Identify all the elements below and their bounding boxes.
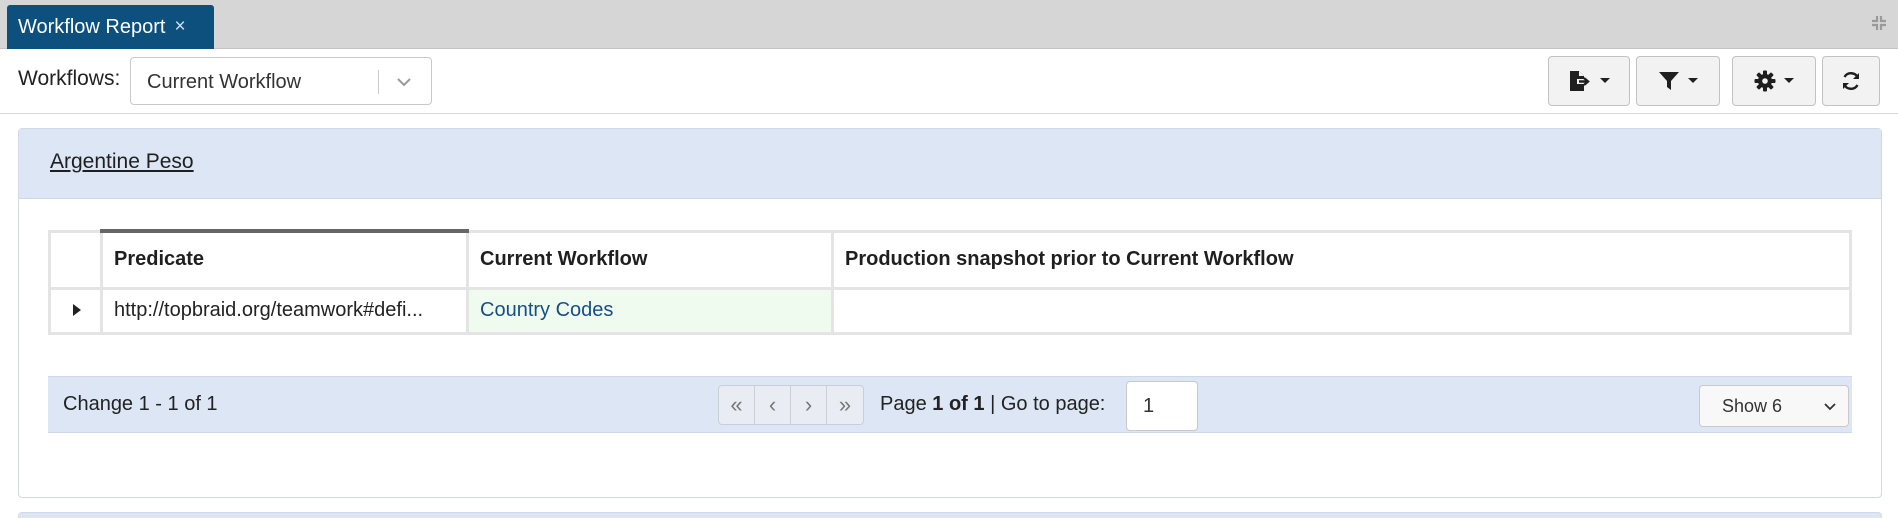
toolbar: Workflows: Current Workflow <box>0 49 1898 114</box>
caret-right-icon[interactable] <box>73 304 81 316</box>
workflow-select[interactable]: Current Workflow <box>130 57 432 105</box>
table-header-row: Predicate Current Workflow Production sn… <box>48 229 1852 290</box>
prev-page-button[interactable]: ‹ <box>755 386 791 424</box>
tab-strip: Workflow Report × <box>0 0 1898 49</box>
next-page-button[interactable]: › <box>791 386 827 424</box>
first-page-button[interactable]: « <box>719 386 755 424</box>
select-separator <box>378 70 379 94</box>
panel-title-link[interactable]: Argentine Peso <box>50 150 194 174</box>
tab-workflow-report[interactable]: Workflow Report × <box>7 5 214 49</box>
export-file-icon <box>1570 71 1590 91</box>
expander-header <box>48 229 103 290</box>
next-panel-edge <box>18 512 1882 518</box>
page-size-select[interactable]: Show 6 <box>1699 385 1849 427</box>
caret-down-icon <box>1688 78 1698 83</box>
workflows-label: Workflows: <box>18 67 121 90</box>
refresh-icon <box>1842 72 1860 90</box>
chevron-down-icon[interactable] <box>393 71 415 93</box>
column-header-current-workflow[interactable]: Current Workflow <box>466 229 834 290</box>
workflow-select-value: Current Workflow <box>147 71 302 93</box>
pager-bar: Change 1 - 1 of 1 « ‹ › » Page 1 of 1 | … <box>48 376 1852 433</box>
change-count-summary: Change 1 - 1 of 1 <box>63 393 218 415</box>
goto-page-input[interactable] <box>1126 381 1198 431</box>
cell-production-snapshot <box>831 286 1852 335</box>
column-header-predicate[interactable]: Predicate <box>100 229 469 290</box>
chevron-down-icon <box>1824 403 1836 411</box>
goto-label: | Go to page: <box>990 393 1106 415</box>
collapse-icon[interactable] <box>1870 14 1888 32</box>
tab-title: Workflow Report <box>18 15 166 38</box>
current-workflow-link[interactable]: Country Codes <box>480 299 613 321</box>
panel-header: Argentine Peso <box>19 129 1881 199</box>
last-page-button[interactable]: » <box>827 386 863 424</box>
page-prefix: Page <box>880 393 927 415</box>
filter-button[interactable] <box>1636 56 1720 106</box>
predicate-value: http://topbraid.org/teamwork#defi... <box>114 299 424 321</box>
caret-down-icon <box>1600 78 1610 83</box>
page-info: Page 1 of 1 | Go to page: <box>880 393 1105 416</box>
changes-table: Predicate Current Workflow Production sn… <box>48 229 1852 335</box>
caret-down-icon <box>1784 78 1794 83</box>
table-row: http://topbraid.org/teamwork#defi... Cou… <box>48 286 1852 335</box>
page-nav-group: « ‹ › » <box>718 385 864 425</box>
filter-icon <box>1659 72 1679 90</box>
page-value: 1 of 1 <box>932 393 985 415</box>
page-size-value: Show 6 <box>1722 396 1783 416</box>
cell-current-workflow: Country Codes <box>466 286 834 335</box>
settings-button[interactable] <box>1732 56 1816 106</box>
cell-predicate: http://topbraid.org/teamwork#defi... <box>100 286 469 335</box>
column-header-production-snapshot[interactable]: Production snapshot prior to Current Wor… <box>831 229 1852 290</box>
gear-icon <box>1754 70 1776 92</box>
refresh-button[interactable] <box>1822 56 1880 106</box>
row-expander[interactable] <box>48 286 103 335</box>
export-button[interactable] <box>1548 56 1630 106</box>
close-icon[interactable]: × <box>174 16 185 38</box>
